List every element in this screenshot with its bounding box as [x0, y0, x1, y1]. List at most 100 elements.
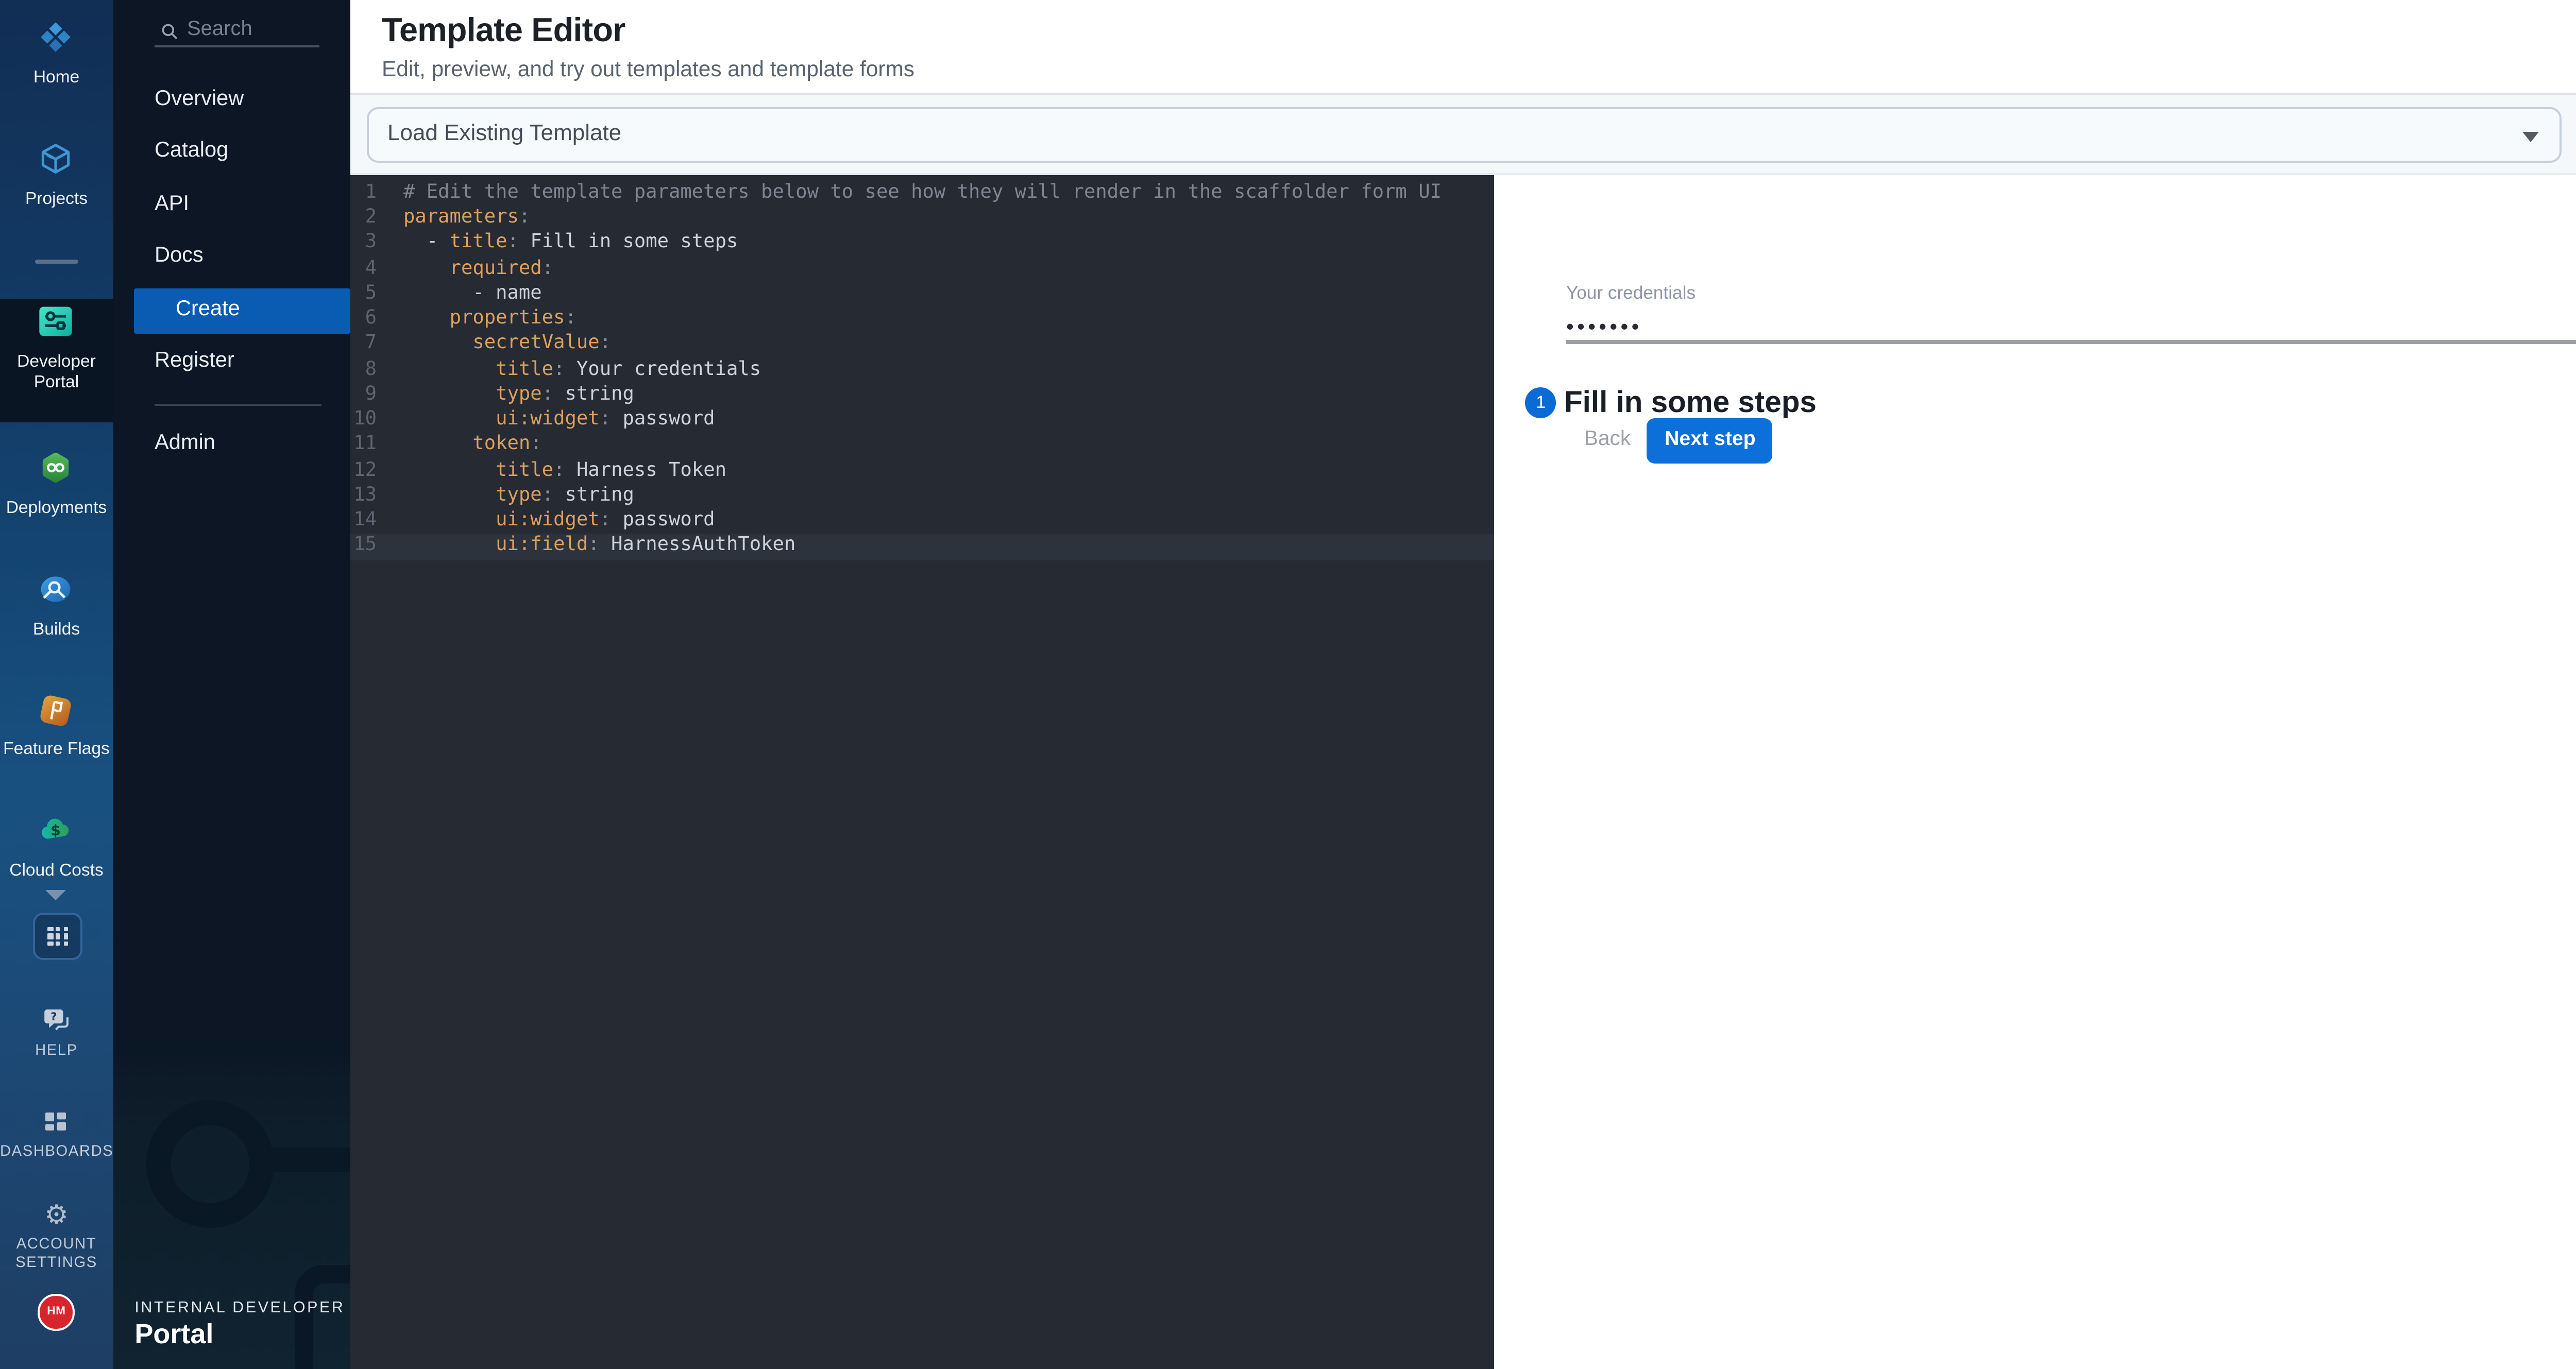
code-line[interactable]: 10 ui:widget: password — [350, 408, 1494, 433]
sidebar-item-feature-flags[interactable] — [0, 691, 113, 728]
sidebar-item-cloud-costs-label: Cloud Costs — [0, 861, 113, 881]
code-text: type: string — [403, 484, 634, 509]
code-line[interactable]: 13 type: string — [350, 484, 1494, 509]
code-text: parameters: — [403, 206, 530, 231]
code-line[interactable]: 4 required: — [350, 256, 1494, 282]
load-template-select[interactable]: Load Existing Template — [367, 108, 2561, 163]
page-subtitle: Edit, preview, and try out templates and… — [382, 57, 914, 81]
sidebar-item-home[interactable] — [0, 19, 113, 56]
app-window: Home Projects — [0, 0, 2576, 1369]
code-text: ui:widget: password — [403, 408, 715, 433]
code-line[interactable]: 1# Edit the template parameters below to… — [350, 181, 1494, 206]
code-text: properties: — [403, 307, 577, 332]
sidebar-search[interactable]: Search — [113, 16, 350, 45]
brand-line-2: Portal — [134, 1317, 213, 1348]
main-content: Template Editor Edit, preview, and try o… — [350, 0, 2576, 1369]
line-number: 12 — [350, 458, 377, 484]
search-underline — [154, 45, 320, 47]
sidebar-item-builds[interactable] — [0, 571, 113, 608]
sidebar-item-help[interactable]: ? — [0, 1003, 113, 1038]
code-text: ui:widget: password — [403, 509, 715, 534]
code-text: token: — [403, 433, 542, 458]
line-number: 10 — [350, 408, 377, 433]
load-template-select-value: Load Existing Template — [387, 110, 621, 161]
line-number: 5 — [350, 282, 377, 307]
chevron-down-icon — [2521, 131, 2538, 142]
line-number: 15 — [350, 534, 377, 559]
sidebar-item-api[interactable]: API — [113, 182, 350, 228]
search-input[interactable]: Search — [187, 19, 252, 41]
code-text: - title: Fill in some steps — [403, 231, 738, 256]
line-number: 4 — [350, 256, 377, 282]
sidebar-item-projects-label: Projects — [0, 190, 113, 209]
sidebar-item-register[interactable]: Register — [113, 340, 350, 386]
code-line[interactable]: 8 title: Your credentials — [350, 357, 1494, 383]
template-form-preview: 1 Fill in some steps Your credentials ••… — [1494, 176, 2576, 1369]
code-text: # Edit the template parameters below to … — [403, 181, 1442, 206]
code-line[interactable]: 3 - title: Fill in some steps — [350, 231, 1494, 256]
code-line[interactable]: 11 token: — [350, 433, 1494, 458]
sidebar-item-feature-flags-label: Feature Flags — [0, 740, 113, 759]
gear-icon: ⚙ — [44, 1199, 69, 1230]
sidebar-item-projects[interactable] — [0, 140, 113, 177]
sidebar-item-overview[interactable]: Overview — [113, 78, 350, 124]
code-line[interactable]: 2 parameters: — [350, 206, 1494, 231]
sidebar-divider — [155, 404, 320, 406]
portal-sidebar: Search Overview Catalog API Docs Create … — [113, 0, 350, 1369]
yaml-code-editor[interactable]: 1# Edit the template parameters below to… — [350, 176, 1494, 1369]
sidebar-item-deployments[interactable] — [0, 449, 113, 486]
code-text: title: Harness Token — [403, 458, 726, 484]
sidebar-item-catalog[interactable]: Catalog — [113, 130, 350, 176]
sidebar-item-dashboards-label: DASHBOARDS — [0, 1141, 113, 1161]
developer-portal-icon — [36, 301, 77, 342]
line-number: 3 — [350, 231, 377, 256]
code-text: type: string — [403, 383, 634, 408]
code-line[interactable]: 6 properties: — [350, 307, 1494, 332]
brand-line-1: INTERNAL DEVELOPER — [134, 1298, 345, 1316]
apps-grid-icon — [48, 927, 69, 947]
sidebar-item-docs[interactable]: Docs — [113, 235, 350, 280]
sidebar-item-cloud-costs[interactable]: $ — [0, 812, 113, 849]
sidebar-item-account-settings-label: ACCOUNT SETTINGS — [0, 1234, 113, 1271]
back-button[interactable]: Back — [1577, 426, 1638, 455]
line-number: 2 — [350, 206, 377, 231]
search-icon — [158, 20, 181, 42]
code-line[interactable]: 5 - name — [350, 282, 1494, 307]
code-line[interactable]: 9 type: string — [350, 383, 1494, 408]
step-number-badge: 1 — [1526, 387, 1556, 418]
code-text: required: — [403, 256, 553, 282]
template-load-bar: Load Existing Template ✕ — [350, 93, 2576, 176]
home-icon — [38, 19, 75, 56]
user-avatar[interactable]: HM — [39, 1294, 75, 1330]
credentials-input-underline — [1566, 341, 2576, 344]
sidebar-item-create[interactable]: Create — [134, 289, 350, 335]
credentials-field-label: Your credentials — [1566, 283, 1696, 303]
sidebar-item-builds-label: Builds — [0, 620, 113, 640]
code-text: title: Your credentials — [403, 357, 761, 383]
nav-collapse-chevron-icon[interactable] — [46, 889, 67, 899]
sidebar-item-developer-portal[interactable] — [0, 301, 113, 342]
line-number: 8 — [350, 357, 377, 383]
line-number: 7 — [350, 332, 377, 357]
module-picker-button[interactable] — [33, 913, 83, 961]
nav-section-divider — [34, 259, 78, 263]
code-line[interactable]: 7 secretValue: — [350, 332, 1494, 357]
code-text: secretValue: — [403, 332, 611, 357]
code-lines: 1# Edit the template parameters below to… — [350, 181, 1494, 559]
module-nav: Home Projects — [0, 0, 113, 1369]
sidebar-item-dashboards[interactable] — [0, 1106, 113, 1139]
sidebar-item-account-settings[interactable]: ⚙ — [0, 1197, 113, 1234]
line-number: 11 — [350, 433, 377, 458]
line-number: 9 — [350, 383, 377, 408]
credentials-password-input[interactable]: ••••••• — [1566, 315, 1642, 339]
code-line[interactable]: 12 title: Harness Token — [350, 458, 1494, 484]
code-line[interactable]: 14 ui:widget: password — [350, 509, 1494, 534]
sidebar-item-admin[interactable]: Admin — [113, 421, 350, 467]
code-line[interactable]: 15 ui:field: HarnessAuthToken — [350, 534, 1494, 559]
sidebar-item-help-label: HELP — [0, 1040, 113, 1060]
deployments-icon — [38, 449, 75, 486]
builds-icon — [38, 571, 75, 608]
feature-flags-icon — [38, 691, 75, 728]
sidebar-item-home-label: Home — [0, 68, 113, 88]
next-step-button[interactable]: Next step — [1647, 419, 1773, 463]
